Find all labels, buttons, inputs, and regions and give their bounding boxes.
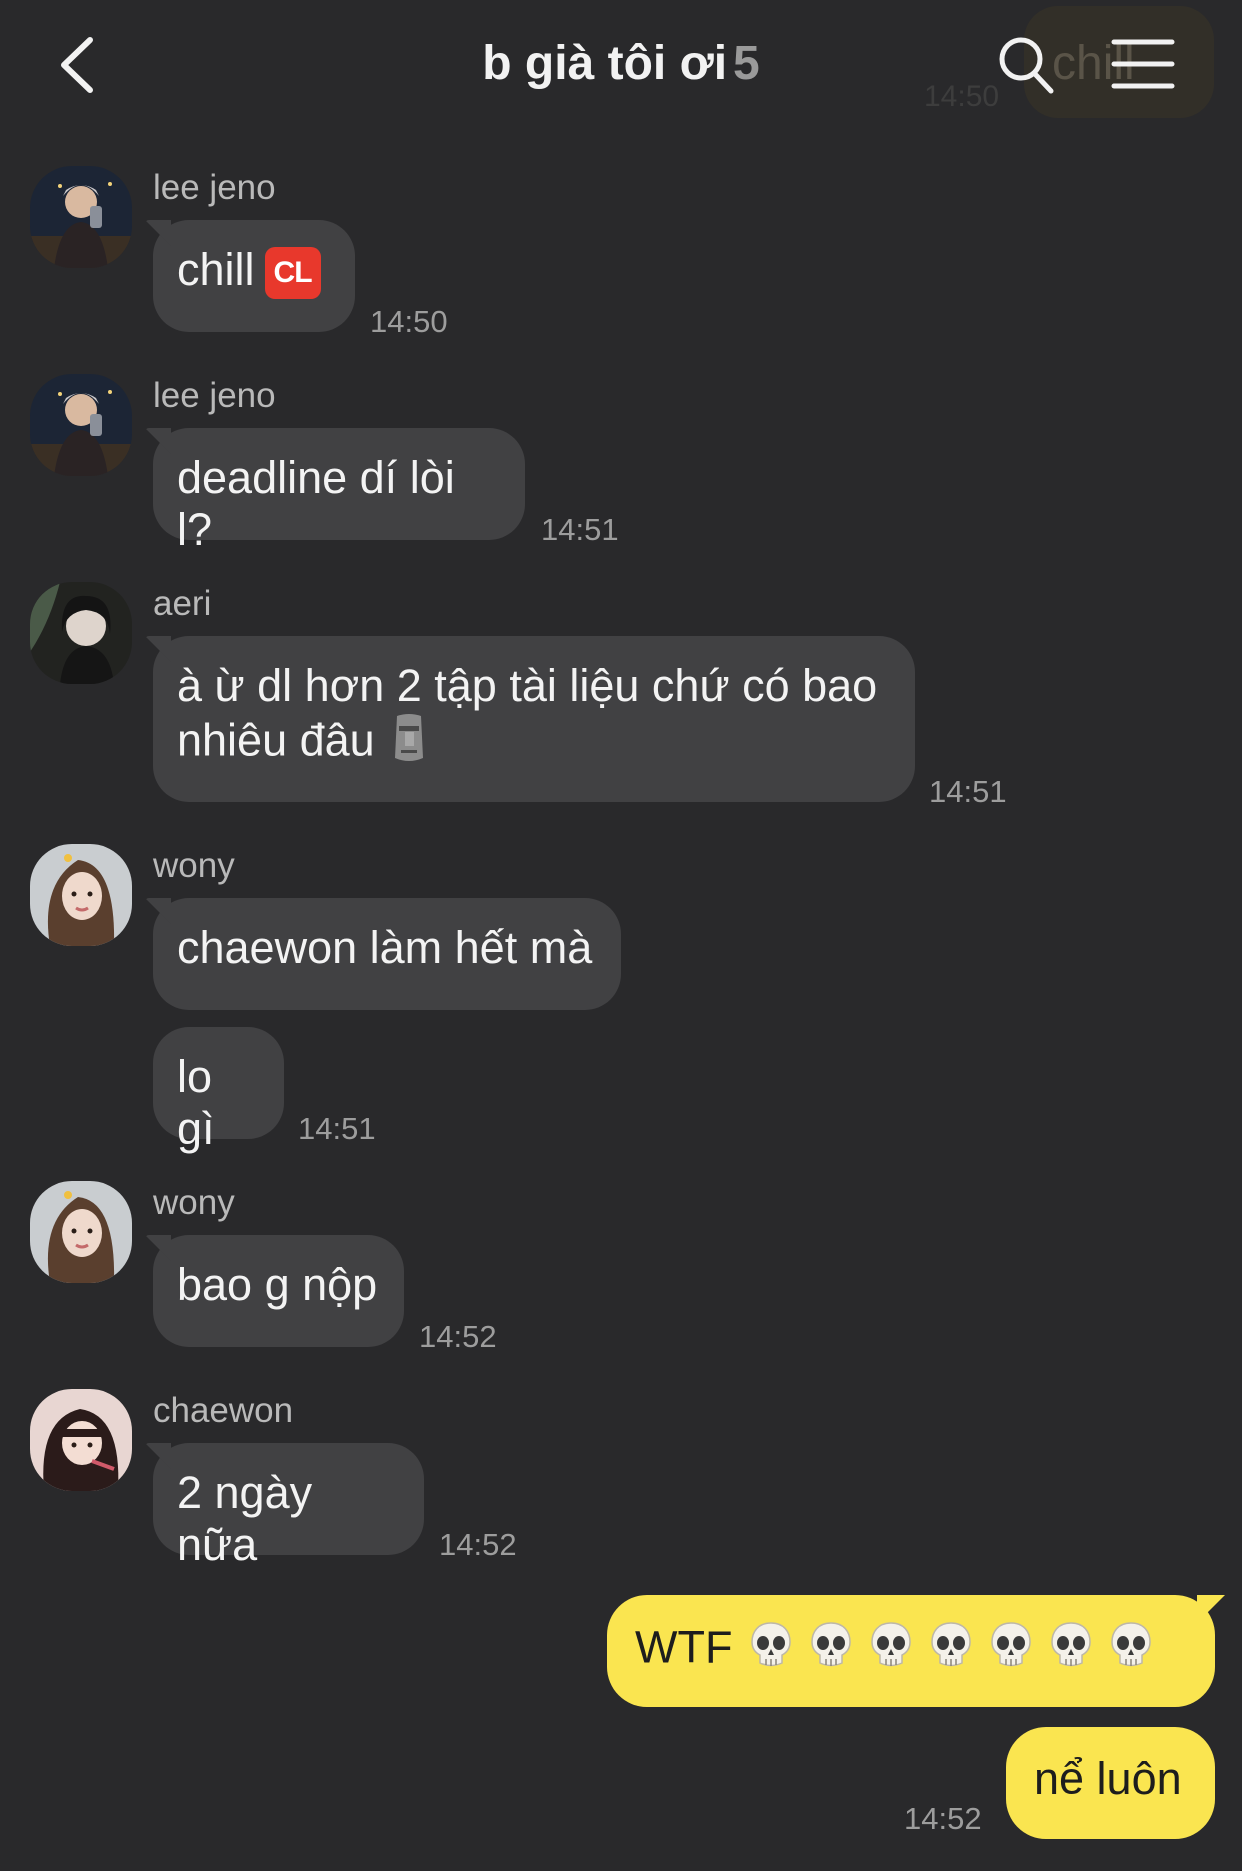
message-bubble[interactable]: 2 ngày nữa: [153, 1443, 424, 1570]
skull-icon: [1050, 1621, 1092, 1680]
message-timestamp: 14:51: [929, 774, 1007, 809]
member-count: 5: [733, 37, 760, 90]
message-bubble[interactable]: lo gì: [153, 1027, 284, 1154]
message-text: deadline dí lòi l?: [177, 452, 455, 555]
skull-icon: [1110, 1621, 1152, 1680]
message-text: 2 ngày nữa: [177, 1467, 313, 1570]
menu-button[interactable]: [1110, 36, 1176, 92]
chat-title-text: b già tôi ơi: [482, 37, 728, 90]
sender-name: wony: [153, 846, 235, 885]
message-text: WTF: [635, 1621, 733, 1673]
avatar-wony[interactable]: [30, 844, 132, 946]
message-text-line-1: à ừ dl hơn 2 tập tài liệu chứ có bao: [177, 660, 878, 711]
message-bubble[interactable]: chill CL: [153, 220, 355, 332]
profile-photo: [30, 844, 132, 946]
my-message-bubble[interactable]: WTF: [607, 1595, 1215, 1707]
sender-name: aeri: [153, 584, 212, 623]
avatar-wony[interactable]: [30, 1181, 132, 1283]
message-timestamp: 14:52: [904, 1801, 982, 1836]
message-bubble[interactable]: chaewon làm hết mà: [153, 898, 621, 1010]
skull-icon: [990, 1621, 1032, 1680]
message-timestamp: 14:51: [541, 512, 619, 547]
message-text: bao g nộp: [177, 1259, 378, 1310]
skull-icon: [870, 1621, 912, 1680]
cl-emoji-icon: CL: [264, 247, 321, 300]
sender-name: chaewon: [153, 1391, 294, 1430]
message-timestamp: 14:50: [370, 304, 448, 339]
profile-photo: [30, 166, 132, 268]
avatar-aeri[interactable]: [30, 582, 132, 684]
moai-icon: [389, 712, 429, 775]
avatar-lee-jeno[interactable]: [30, 374, 132, 476]
message-bubble[interactable]: deadline dí lòi l?: [153, 428, 525, 555]
message-text: chaewon làm hết mà: [177, 922, 593, 973]
hamburger-menu-icon: [1111, 39, 1175, 89]
skull-icon: [810, 1621, 852, 1680]
profile-photo: [30, 374, 132, 476]
message-text: nể luôn: [1034, 1753, 1182, 1804]
sender-name: lee jeno: [153, 168, 276, 207]
message-text-line-2: nhiêu đâu: [177, 714, 375, 766]
message-text: chill: [177, 244, 255, 295]
chat-header: chill 14:50 b già tôi ơi 5: [0, 0, 1242, 140]
search-button[interactable]: [996, 34, 1056, 98]
message-bubble[interactable]: bao g nộp: [153, 1235, 404, 1347]
skull-icon: [930, 1621, 972, 1680]
profile-photo: [30, 1181, 132, 1283]
skull-icon: [750, 1621, 792, 1680]
my-message-bubble[interactable]: nể luôn: [1006, 1727, 1215, 1839]
search-icon: [999, 37, 1054, 94]
profile-photo: [30, 582, 132, 684]
avatar-chaewon[interactable]: [30, 1389, 132, 1491]
sender-name: lee jeno: [153, 376, 276, 415]
avatar-lee-jeno[interactable]: [30, 166, 132, 268]
profile-photo: [30, 1389, 132, 1491]
sender-name: wony: [153, 1183, 235, 1222]
message-bubble[interactable]: à ừ dl hơn 2 tập tài liệu chứ có bao nhi…: [153, 636, 915, 802]
message-timestamp: 14:52: [439, 1527, 517, 1562]
message-timestamp: 14:51: [298, 1111, 376, 1146]
message-text: lo gì: [177, 1051, 215, 1154]
message-timestamp: 14:52: [419, 1319, 497, 1354]
